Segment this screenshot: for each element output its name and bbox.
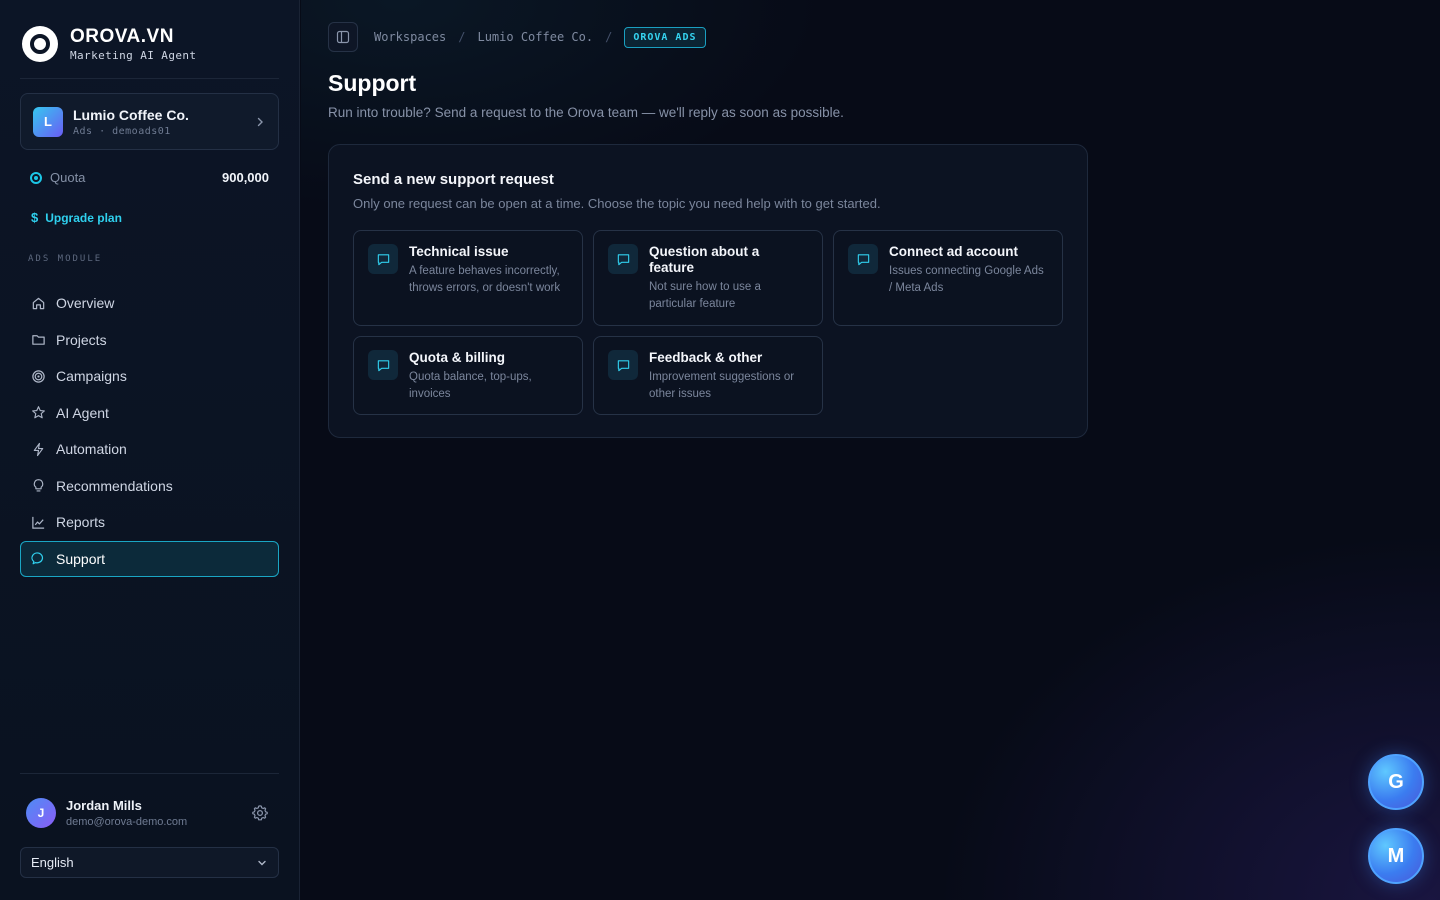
chat-icon	[608, 350, 638, 380]
quota-icon	[30, 171, 42, 184]
chat-icon	[608, 244, 638, 274]
chat-icon	[368, 244, 398, 274]
workspace-avatar: L	[33, 106, 63, 137]
sidebar-item-label: Recommendations	[56, 477, 173, 494]
sidebar-item-label: Automation	[56, 441, 127, 457]
sidebar-divider	[20, 78, 279, 79]
chevron-down-icon	[258, 860, 266, 865]
language-select[interactable]: English	[20, 847, 279, 878]
page-title: Support	[328, 70, 417, 96]
breadcrumb-workspace[interactable]: Lumio Coffee Co.	[477, 30, 593, 44]
sidebar-item-label: Campaigns	[56, 368, 127, 384]
topic-title: Question about a feature	[649, 244, 760, 275]
avatar: J	[26, 798, 56, 828]
chat-icon	[31, 552, 44, 565]
sidebar: OROVA.VN Marketing AI Agent L Lumio Coff…	[0, 0, 300, 900]
sidebar-item-projects[interactable]: Projects	[20, 322, 279, 358]
sidebar-item-label: Projects	[56, 331, 107, 348]
sidebar-toggle-icon	[336, 30, 350, 44]
sidebar-nav: Overview Projects Campaigns AI Agent Aut…	[20, 285, 279, 577]
folder-icon	[32, 335, 45, 345]
topic-description: Quota balance, top-ups, invoices	[409, 371, 532, 400]
support-request-card: Send a new support request Only one requ…	[328, 144, 1088, 438]
chat-icon	[368, 350, 398, 380]
page-subtitle: Run into trouble? Send a request to the …	[328, 105, 844, 120]
sidebar-item-campaigns[interactable]: Campaigns	[20, 358, 279, 394]
topic-technical-issue[interactable]: Technical issue A feature behaves incorr…	[353, 230, 583, 326]
sidebar-toggle-button[interactable]	[328, 22, 358, 52]
floating-button-m[interactable]: M	[1368, 828, 1424, 884]
breadcrumb-separator: /	[605, 30, 613, 44]
sidebar-item-label: AI Agent	[56, 404, 109, 421]
topic-description: Not sure how to use a particular feature	[649, 281, 761, 310]
topic-description: A feature behaves incorrectly, throws er…	[409, 265, 561, 294]
user-name: Jordan Mills	[66, 798, 142, 813]
lightbulb-icon	[33, 479, 44, 492]
language-value: English	[31, 855, 74, 870]
workspace-meta: Ads · demoads01	[73, 125, 171, 137]
user-email: demo@orova-demo.com	[66, 816, 188, 828]
brand-subtitle: Marketing AI Agent	[70, 49, 197, 62]
topic-connect-ad-account[interactable]: Connect ad account Issues connecting Goo…	[833, 230, 1063, 326]
card-subtitle: Only one request can be open at a time. …	[353, 196, 881, 211]
sidebar-item-support[interactable]: Support	[20, 540, 279, 577]
sidebar-item-overview[interactable]: Overview	[20, 285, 279, 321]
brand-logo-icon	[22, 26, 58, 62]
breadcrumb: Workspaces / Lumio Coffee Co. / OROVA AD…	[328, 22, 706, 52]
dollar-icon: $	[31, 210, 39, 225]
bolt-icon	[33, 442, 44, 456]
brand-name: OROVA.VN	[70, 26, 174, 47]
main-content: Workspaces / Lumio Coffee Co. / OROVA AD…	[301, 0, 1440, 900]
workspace-switcher[interactable]: L Lumio Coffee Co. Ads · demoads01	[20, 93, 279, 150]
topic-feature-question[interactable]: Question about a feature Not sure how to…	[593, 230, 823, 326]
quota-label: Quota	[50, 170, 86, 185]
sidebar-item-reports[interactable]: Reports	[20, 504, 279, 540]
gear-icon[interactable]	[251, 804, 269, 822]
topic-description: Improvement suggestions or other issues	[649, 371, 795, 400]
module-label: ADS MODULE	[28, 254, 103, 264]
upgrade-plan-link[interactable]: $ Upgrade plan	[31, 210, 122, 225]
floating-button-g[interactable]: G	[1368, 754, 1424, 810]
topic-description: Issues connecting Google Ads / Meta Ads	[889, 265, 1044, 294]
breadcrumb-separator: /	[458, 30, 466, 44]
sidebar-item-label: Support	[56, 550, 106, 567]
quota-row: Quota 900,000	[30, 170, 269, 185]
sidebar-item-label: Overview	[56, 295, 115, 311]
sidebar-item-ai-agent[interactable]: AI Agent	[20, 395, 279, 431]
chevron-right-icon	[257, 117, 263, 126]
home-icon	[32, 297, 45, 309]
sidebar-item-recommendations[interactable]: Recommendations	[20, 468, 279, 504]
sidebar-item-label: Reports	[56, 514, 106, 530]
line-chart-icon	[32, 516, 45, 529]
workspace-name: Lumio Coffee Co.	[73, 106, 189, 123]
topic-title: Connect ad account	[889, 244, 1019, 259]
upgrade-plan-label: Upgrade plan	[45, 210, 122, 225]
star-icon	[32, 406, 45, 419]
sidebar-item-automation[interactable]: Automation	[20, 431, 279, 467]
target-icon	[32, 369, 45, 383]
breadcrumb-workspaces[interactable]: Workspaces	[374, 30, 446, 44]
brand[interactable]: OROVA.VN Marketing AI Agent	[22, 26, 196, 62]
topic-title: Quota & billing	[409, 350, 505, 365]
topic-title: Technical issue	[409, 244, 509, 259]
sidebar-divider	[20, 773, 279, 774]
quota-value: 900,000	[222, 170, 269, 185]
user-profile[interactable]: J Jordan Mills demo@orova-demo.com	[26, 798, 269, 828]
module-badge: OROVA ADS	[624, 26, 706, 48]
card-title: Send a new support request	[353, 171, 554, 188]
topic-feedback-other[interactable]: Feedback & other Improvement suggestions…	[593, 336, 823, 415]
topic-title: Feedback & other	[649, 350, 763, 365]
topic-quota-billing[interactable]: Quota & billing Quota balance, top-ups, …	[353, 336, 583, 415]
chat-icon	[848, 244, 878, 274]
